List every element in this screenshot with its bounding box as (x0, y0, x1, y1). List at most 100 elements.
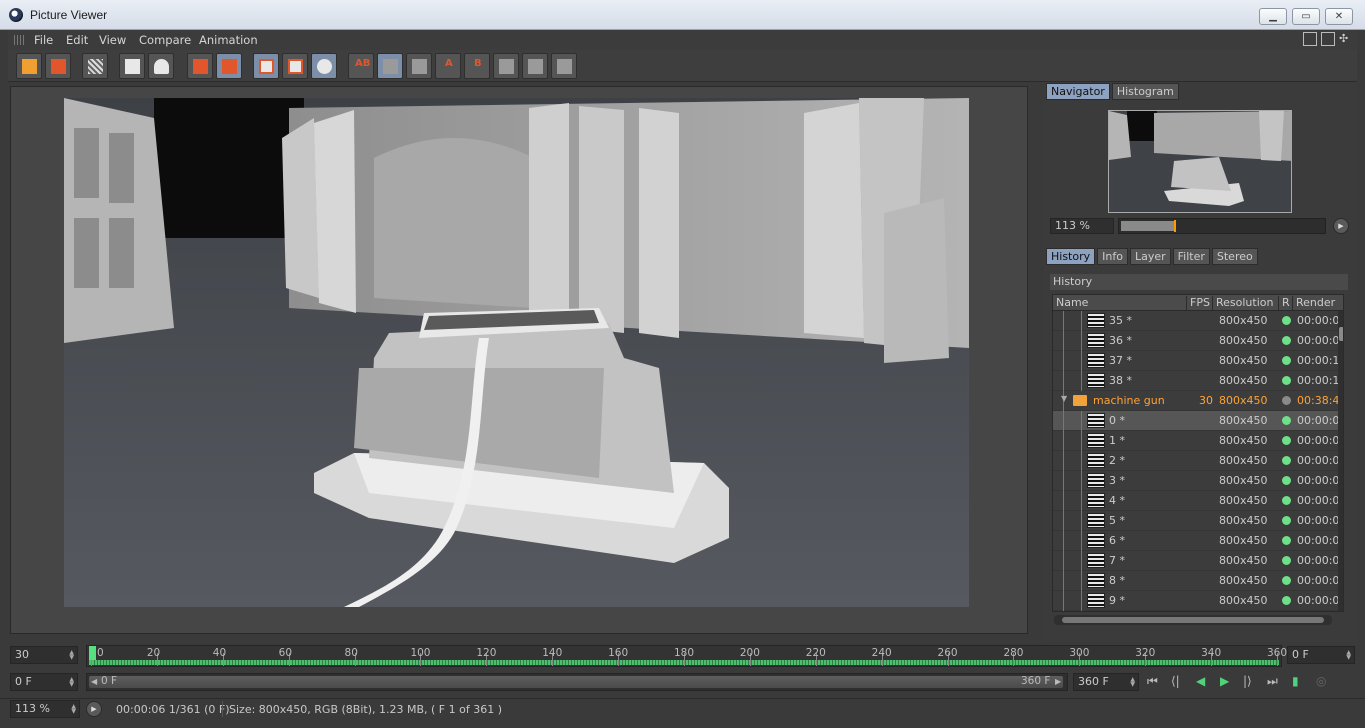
tab-info[interactable]: Info (1097, 248, 1128, 265)
scrollbar-thumb[interactable] (1339, 327, 1343, 341)
history-row[interactable]: 1 * 800x450 00:00:0 (1053, 431, 1343, 451)
panel-layout-icon[interactable] (1303, 32, 1317, 46)
history-vertical-scrollbar[interactable] (1338, 311, 1343, 611)
goto-start-icon[interactable]: ⏮ (1147, 674, 1158, 690)
render-user-icon (154, 59, 169, 74)
history-row[interactable]: 4 * 800x450 00:00:0 (1053, 491, 1343, 511)
prev-key-icon[interactable]: ⟨| (1171, 674, 1180, 690)
col-r[interactable]: R (1279, 296, 1293, 310)
spinner-arrows-icon[interactable]: ▲ ▼ (69, 677, 74, 688)
menu-animation[interactable]: Animation (199, 33, 258, 47)
tab-layer[interactable]: Layer (1129, 248, 1171, 265)
set-b-button[interactable]: B (464, 53, 490, 79)
history-row[interactable]: 8 * 800x450 00:00:0 (1053, 571, 1343, 591)
ab-split-button[interactable] (377, 53, 403, 79)
history-row[interactable]: 2 * 800x450 00:00:0 (1053, 451, 1343, 471)
horizontal-scroll-thumb[interactable] (1062, 617, 1324, 623)
current-frame-field[interactable]: 0 F ▲ ▼ (1287, 646, 1355, 664)
tab-history[interactable]: History (1046, 248, 1096, 265)
render-status-icon (1282, 536, 1291, 545)
new-panel-icon[interactable] (1321, 32, 1335, 46)
ab-diff-button[interactable] (406, 53, 432, 79)
range-right-arrow-icon[interactable]: ▶ (1055, 677, 1061, 686)
col-fps[interactable]: FPS (1187, 296, 1213, 310)
tab-stereo[interactable]: Stereo (1211, 248, 1258, 265)
open-file-button[interactable] (16, 53, 42, 79)
tree-line (1063, 551, 1064, 571)
timeline-playhead[interactable] (89, 646, 96, 660)
minimize-button[interactable]: ▁ (1259, 8, 1287, 25)
set-a-button[interactable]: A (435, 53, 461, 79)
start-frame-field[interactable]: 0 F ▲ ▼ (10, 673, 78, 691)
move-panel-icon[interactable]: ✣ (1339, 32, 1353, 46)
view-full-button[interactable] (253, 53, 279, 79)
history-row[interactable]: 35 * 800x450 00:00:0 (1053, 311, 1343, 331)
history-folder-row[interactable]: ▼ machine gun 30 800x450 00:38:4 (1053, 391, 1343, 411)
spinner-arrows-icon[interactable]: ▲ ▼ (1346, 650, 1351, 661)
ab-horizontal-button[interactable] (551, 53, 577, 79)
preview-range-bar[interactable]: ◀ 0 F 360 F ▶ (86, 673, 1068, 691)
copy-frame-button[interactable] (187, 53, 213, 79)
history-row[interactable]: 37 * 800x450 00:00:1 (1053, 351, 1343, 371)
spinner-arrows-icon[interactable]: ▲ ▼ (71, 704, 76, 715)
history-row[interactable]: 0 * 800x450 00:00:0 (1053, 411, 1343, 431)
history-row[interactable]: 9 * 800x450 00:00:0 (1053, 591, 1343, 611)
tab-histogram[interactable]: Histogram (1111, 83, 1179, 100)
tree-line (1081, 451, 1082, 471)
history-row[interactable]: 6 * 800x450 00:00:0 (1053, 531, 1343, 551)
col-render[interactable]: Render (1293, 296, 1343, 310)
render-to-viewer-button[interactable] (148, 53, 174, 79)
display-channel-button[interactable] (82, 53, 108, 79)
swap-ab-button[interactable] (493, 53, 519, 79)
col-name[interactable]: Name (1053, 296, 1187, 310)
col-resolution[interactable]: Resolution (1213, 296, 1279, 310)
tab-filter[interactable]: Filter (1172, 248, 1210, 265)
status-play-button[interactable]: ▶ (86, 701, 102, 717)
navigator-zoom-slider[interactable] (1118, 218, 1326, 234)
preview-range-slider[interactable] (89, 676, 1063, 688)
fps-field[interactable]: 30 ▲ ▼ (10, 646, 78, 664)
render-region-button[interactable] (119, 53, 145, 79)
zoom-slider-handle[interactable] (1174, 220, 1177, 232)
goto-end-icon[interactable]: ⏭ (1267, 674, 1278, 690)
next-key-icon[interactable]: |⟩ (1243, 674, 1252, 690)
history-row[interactable]: 3 * 800x450 00:00:0 (1053, 471, 1343, 491)
history-row[interactable]: 5 * 800x450 00:00:0 (1053, 511, 1343, 531)
timeline-tick-label: 180 (674, 647, 695, 659)
navigator-thumbnail[interactable] (1108, 110, 1292, 213)
menu-file[interactable]: File (34, 33, 53, 47)
play-backward-icon[interactable]: ◀ (1196, 674, 1205, 690)
maximize-button[interactable]: ▭ (1292, 8, 1320, 25)
menu-compare[interactable]: Compare (139, 33, 191, 47)
play-forward-icon[interactable]: ▶ (1220, 674, 1229, 690)
end-frame-field[interactable]: 360 F ▲ ▼ (1073, 673, 1139, 691)
loop-mode-icon[interactable]: ▮ (1292, 674, 1299, 690)
menu-edit[interactable]: Edit (66, 33, 88, 47)
timeline-ruler[interactable]: 0 20 40 60 80 100 120 140 160 180 200 220 240 260 280 3… (86, 645, 1287, 667)
paste-frame-button[interactable] (216, 53, 242, 79)
navigator-zoom-field[interactable]: 113 % (1050, 218, 1114, 234)
spinner-arrows-icon[interactable]: ▲ ▼ (1130, 677, 1135, 688)
history-row[interactable]: 38 * 800x450 00:00:1 (1053, 371, 1343, 391)
save-button[interactable] (45, 53, 71, 79)
ab-compare-button[interactable]: AB (348, 53, 374, 79)
ab-vertical-button[interactable] (522, 53, 548, 79)
tab-navigator[interactable]: Navigator (1046, 83, 1110, 100)
menu-view[interactable]: View (99, 33, 126, 47)
history-row[interactable]: 7 * 800x450 00:00:0 (1053, 551, 1343, 571)
close-button[interactable]: ✕ (1325, 8, 1353, 25)
status-zoom-field[interactable]: 113 % ▲ ▼ (10, 700, 80, 718)
spinner-arrows-icon[interactable]: ▲ ▼ (69, 650, 74, 661)
history-horizontal-scrollbar[interactable] (1054, 615, 1332, 625)
sound-icon[interactable]: ◎ (1316, 674, 1326, 690)
copy-frame-icon (193, 59, 208, 74)
history-row[interactable]: 36 * 800x450 00:00:0 (1053, 331, 1343, 351)
row-resolution: 800x450 (1219, 474, 1268, 487)
render-status-icon (1282, 456, 1291, 465)
range-left-arrow-icon[interactable]: ◀ (91, 677, 97, 686)
navigator-play-button[interactable]: ▶ (1333, 218, 1349, 234)
view-multi-button[interactable] (311, 53, 337, 79)
view-region-button[interactable] (282, 53, 308, 79)
expand-arrow-icon[interactable]: ▼ (1061, 394, 1067, 403)
tree-line (1063, 451, 1064, 471)
